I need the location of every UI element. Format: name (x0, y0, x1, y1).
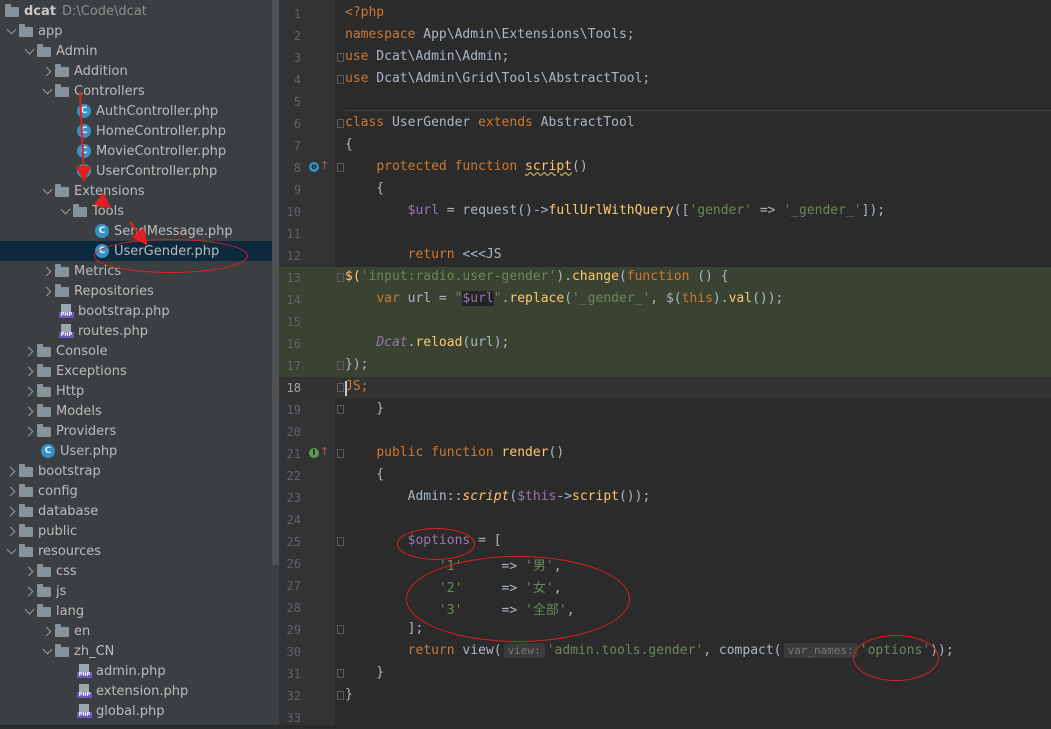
annotation-ellipse (853, 635, 939, 681)
annotation-arrow (129, 221, 148, 246)
annotation-arrow (75, 91, 92, 182)
annotation-ellipse (406, 556, 630, 642)
annotation-arrow (93, 192, 112, 209)
annotation-ellipse (94, 239, 248, 273)
annotation-ellipse (397, 528, 475, 560)
ide-window: dcat D:\Code\dcat app Admin Addition Con… (0, 0, 1051, 725)
